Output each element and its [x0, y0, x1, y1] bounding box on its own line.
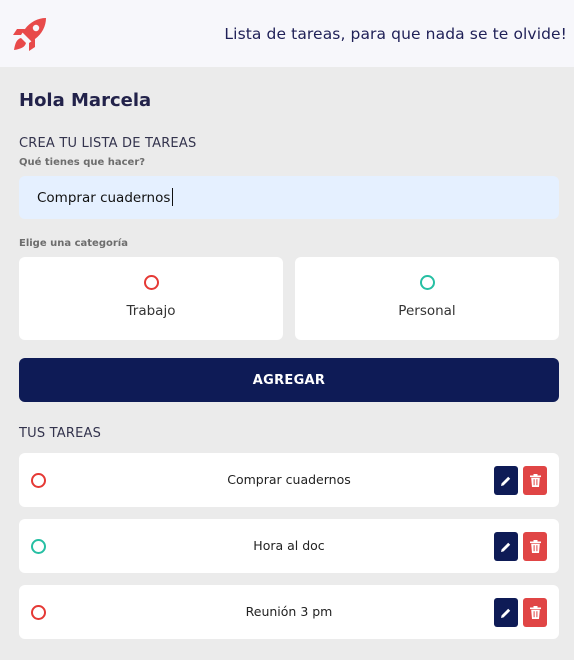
edit-task-button[interactable]	[494, 532, 518, 561]
pencil-icon	[501, 542, 511, 552]
category-option-trabajo[interactable]: Trabajo	[19, 257, 283, 340]
delete-task-button[interactable]	[523, 598, 547, 627]
pencil-icon	[501, 608, 511, 618]
delete-task-button[interactable]	[523, 532, 547, 561]
trash-icon	[529, 540, 541, 553]
category-radio-personal[interactable]	[419, 275, 435, 290]
trash-icon	[529, 474, 541, 487]
trash-icon	[529, 606, 541, 619]
task-text: Comprar cuadernos	[227, 472, 351, 487]
pencil-icon	[501, 476, 511, 486]
category-radio-trabajo[interactable]	[143, 275, 159, 290]
task-row: Reunión 3 pm	[19, 585, 559, 639]
text-caret	[172, 188, 173, 206]
greeting-heading: Hola Marcela	[19, 90, 152, 111]
category-label-trabajo: Trabajo	[126, 303, 176, 319]
task-row: Hora al doc	[19, 519, 559, 573]
task-text: Hora al doc	[253, 538, 325, 553]
task-input-label: Qué tienes que hacer?	[19, 157, 146, 168]
category-label: Elige una categoría	[19, 238, 128, 249]
top-bar: Lista de tareas, para que nada se te olv…	[0, 0, 574, 67]
tasks-section-title: TUS TAREAS	[19, 426, 102, 441]
create-list-title: CREA TU LISTA DE TAREAS	[19, 136, 197, 151]
task-text: Reunión 3 pm	[245, 604, 333, 619]
task-row: Comprar cuadernos	[19, 453, 559, 507]
delete-task-button[interactable]	[523, 466, 547, 495]
category-label-personal: Personal	[398, 303, 456, 319]
category-option-personal[interactable]: Personal	[295, 257, 559, 340]
app-tagline: Lista de tareas, para que nada se te olv…	[224, 24, 567, 43]
task-input[interactable]	[19, 176, 559, 219]
add-task-button[interactable]: AGREGAR	[19, 358, 559, 402]
edit-task-button[interactable]	[494, 598, 518, 627]
rocket-icon[interactable]	[10, 14, 50, 54]
edit-task-button[interactable]	[494, 466, 518, 495]
